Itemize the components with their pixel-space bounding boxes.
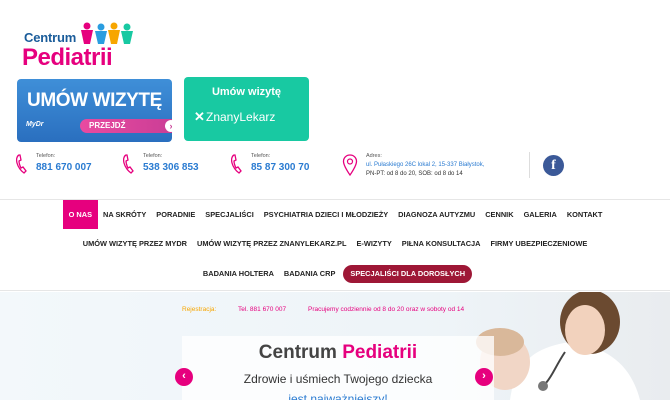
contact-phone-2[interactable]: Telefon: 538 306 853: [123, 152, 223, 182]
book-mydr-title: UMÓW WIZYTĘ: [27, 90, 162, 111]
logo-line1: Centrum: [24, 30, 77, 45]
znanylekarz-icon: ✕: [194, 109, 205, 124]
nav-item-znanylekarz[interactable]: UMÓW WIZYTĘ PRZEZ ZNANYLEKARZ.PL: [192, 233, 351, 255]
site-logo[interactable]: Centrum Pediatrii: [22, 22, 142, 72]
znanylekarz-brand: ZnanyLekarz: [206, 110, 276, 124]
nav-item-kontakt[interactable]: KONTAKT: [562, 204, 608, 226]
nav-item-holter[interactable]: BADANIA HOLTERA: [198, 263, 279, 285]
nav-item-firmy-ubezpieczeniowe[interactable]: FIRMY UBEZPIECZENIOWE: [485, 233, 592, 255]
chevron-right-icon: ›: [165, 120, 172, 132]
nav-item-na-skroty[interactable]: NA SKRÓTY: [98, 204, 151, 226]
nav-item-psychiatria[interactable]: PSYCHIATRIA DZIECI I MŁODZIEŻY: [259, 204, 393, 226]
nav-item-e-wizyty[interactable]: E-WIZYTY: [351, 233, 396, 255]
nav-item-pilna-konsultacja[interactable]: PIŁNA KONSULTACJA: [397, 233, 486, 255]
hero-subtitle-2: jest najważniejszy!: [288, 392, 388, 400]
logo-line2: Pediatrii: [22, 44, 113, 71]
nav-item-dorosli[interactable]: SPECJALIŚCI DLA DOROSŁYCH: [343, 265, 473, 283]
hero-reg-hours: Pracujemy codziennie od 8 do 20 oraz w s…: [308, 306, 465, 313]
contact-value[interactable]: 881 670 007: [36, 162, 92, 173]
contact-address: Adres: ul. Pułaskiego 26C lokal 2, 15-33…: [342, 152, 522, 182]
hero-title: Centrum Pediatrii: [182, 342, 494, 364]
nav-item-o-nas[interactable]: O NAS: [62, 200, 98, 229]
znanylekarz-title: Umów wizytę: [211, 86, 282, 98]
phone-icon: [16, 154, 27, 174]
hero-slider: Rejestracja: Tel. 881 670 007 Pracujemy …: [0, 292, 670, 400]
contact-label: Telefon:: [143, 153, 163, 159]
hero-title-a: Centrum: [258, 342, 337, 363]
address-hours: PN-PT: od 8 do 20, SOB: od 8 do 14: [366, 171, 463, 177]
main-nav-row-2: UMÓW WIZYTĘ PRZEZ MYDR UMÓW WIZYTĘ PRZEZ…: [0, 233, 670, 255]
hero-card: Centrum Pediatrii Zdrowie i uśmiech Twoj…: [182, 336, 494, 400]
hero-title-b: Pediatrii: [342, 342, 418, 363]
mydr-logo: MyDr: [26, 121, 44, 128]
mydr-go-button[interactable]: PRZEJDŹ ›: [80, 119, 172, 133]
phone-icon: [231, 154, 242, 174]
hero-reg-phone[interactable]: Tel. 881 670 007: [238, 306, 286, 313]
contact-label: Telefon:: [36, 153, 56, 159]
address-label: Adres:: [366, 153, 382, 159]
contact-value[interactable]: 538 306 853: [143, 162, 199, 173]
main-nav-row-1: O NAS NA SKRÓTY PORADNIE SPECJALIŚCI PSY…: [0, 200, 670, 229]
nav-item-crp[interactable]: BADANIA CRP: [279, 263, 340, 285]
book-znanylekarz-button[interactable]: Umów wizytę ✕ ZnanyLekarz: [184, 77, 309, 141]
children-figures-icon: [81, 22, 133, 44]
contact-value[interactable]: 85 87 300 70: [251, 162, 309, 173]
facebook-icon[interactable]: f: [543, 155, 564, 176]
nav-item-poradnie[interactable]: PORADNIE: [151, 204, 200, 226]
nav-item-specjalisci[interactable]: SPECJALIŚCI: [200, 204, 258, 226]
nav-item-mydr[interactable]: UMÓW WIZYTĘ PRZEZ MYDR: [78, 233, 192, 255]
book-mydr-button[interactable]: UMÓW WIZYTĘ MyDr PRZEJDŹ ›: [17, 79, 172, 142]
nav-bottom-border: [0, 290, 670, 291]
slider-next-button[interactable]: ›: [475, 368, 493, 386]
page: Centrum Pediatrii UMÓW WIZYTĘ MyDr PRZEJ…: [0, 0, 670, 400]
nav-item-cennik[interactable]: CENNIK: [480, 204, 518, 226]
phone-icon: [123, 154, 134, 174]
contact-divider: [529, 152, 530, 178]
main-nav-row-3: BADANIA HOLTERA BADANIA CRP SPECJALIŚCI …: [0, 263, 670, 285]
nav-item-galeria[interactable]: GALERIA: [519, 204, 562, 226]
contact-label: Telefon:: [251, 153, 271, 159]
mydr-go-label: PRZEJDŹ: [89, 121, 126, 130]
contact-phone-3[interactable]: Telefon: 85 87 300 70: [231, 152, 331, 182]
contact-phone-1[interactable]: Telefon: 881 670 007: [16, 152, 116, 182]
nav-item-diagnoza-autyzmu[interactable]: DIAGNOZA AUTYZMU: [393, 204, 480, 226]
hero-reg-label: Rejestracja:: [182, 306, 217, 313]
location-pin-icon: [342, 154, 358, 176]
hero-subtitle: Zdrowie i uśmiech Twojego dziecka: [243, 372, 433, 386]
slider-prev-button[interactable]: ‹: [175, 368, 193, 386]
address-line1: ul. Pułaskiego 26C lokal 2, 15-337 Biały…: [366, 162, 485, 168]
